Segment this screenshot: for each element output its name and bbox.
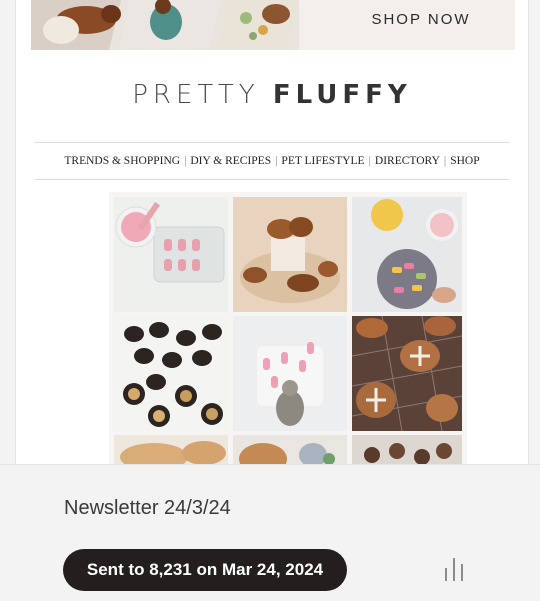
- recipe-collage[interactable]: [109, 192, 467, 464]
- tile-chocolate-treats: [352, 435, 462, 464]
- tile-bunny-biscuits: [114, 435, 228, 464]
- newsletter-title[interactable]: Newsletter 24/3/24: [64, 497, 231, 520]
- nav-item-diy-recipes[interactable]: DIY & RECIPES: [190, 155, 271, 167]
- sent-status-badge: Sent to 8,231 on Mar 24, 2024: [63, 549, 347, 591]
- banner-dog-photos: [31, 0, 299, 50]
- tile-colorful-biscuit-bowl: [352, 197, 462, 312]
- bar-chart-icon[interactable]: [443, 556, 465, 582]
- sent-status-label: Sent to 8,231 on Mar 24, 2024: [86, 560, 324, 579]
- category-nav: TRENDS & SHOPPING | DIY & RECIPES | PET …: [35, 142, 509, 180]
- tile-carob-truffles: [114, 316, 228, 431]
- nav-separator: |: [275, 155, 278, 167]
- nav-item-pet-lifestyle[interactable]: PET LIFESTYLE: [281, 155, 364, 167]
- tile-iced-gingerbread-cookies: [352, 316, 462, 431]
- nav-separator: |: [184, 155, 187, 167]
- nav-separator: |: [443, 155, 447, 167]
- nav-item-directory[interactable]: DIRECTORY: [375, 155, 440, 167]
- logo-word-light: PRETTY: [132, 80, 260, 110]
- logo-word-bold: FLUFFY: [272, 80, 412, 110]
- nav-separator: |: [368, 155, 371, 167]
- nav-item-trends-shopping[interactable]: TRENDS & SHOPPING: [64, 155, 180, 167]
- nav-item-shop[interactable]: SHOP: [450, 155, 479, 167]
- promo-banner[interactable]: SHOP NOW: [31, 0, 515, 50]
- tile-pink-marshmallow-bunnies: [233, 316, 347, 431]
- tile-dog-portrait: [233, 435, 347, 464]
- email-preview-card: SHOP NOW PRETTY FLUFFY TRENDS & SHOPPING…: [15, 0, 529, 464]
- shop-now-link[interactable]: SHOP NOW: [361, 10, 481, 30]
- tile-pink-gummy-molds: [114, 197, 228, 312]
- brand-logo[interactable]: PRETTY FLUFFY: [16, 80, 528, 110]
- tile-croissant-dog-treats: [233, 197, 347, 312]
